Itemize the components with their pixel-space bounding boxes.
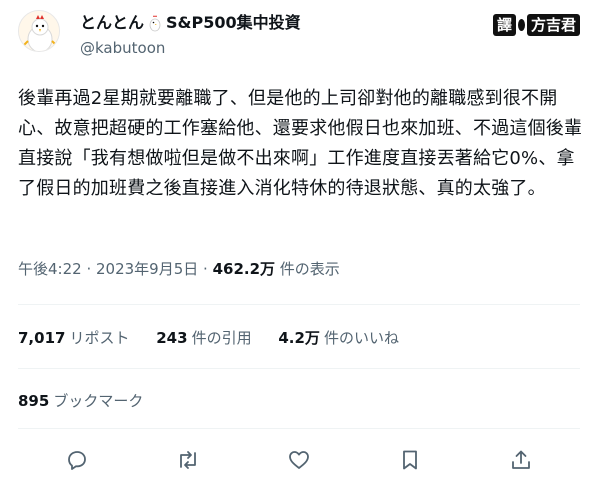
watermark-dot-icon [517,19,525,31]
repost-label: リポスト [69,329,130,347]
quote-stat[interactable]: 243 件の引用 [156,327,251,348]
display-name-suffix: S&P500集中投資 [166,13,301,32]
divider [18,368,580,369]
translator-watermark: 譯 方吉君 [492,14,580,36]
divider [18,304,580,305]
repost-icon [180,451,196,469]
bookmark-count: 895 [18,392,50,410]
share-icon [512,450,530,469]
tweet-text: 後輩再過2星期就要離職了、但是他的上司卻對他的離職感到很不開心、故意把超硬的工作… [18,88,583,199]
share-button[interactable] [506,445,536,475]
bookmark-icon [403,450,417,470]
avatar[interactable] [18,10,60,52]
tweet-time[interactable]: 午後4:22 [18,260,82,278]
quote-label: 件の引用 [191,329,252,347]
engagement-stats: 7,017 リポスト 243 件の引用 4.2万 件のいいね [18,327,421,348]
like-icon [289,451,309,469]
view-count: 462.2万 [212,260,276,278]
view-count-label: 件の表示 [275,260,340,278]
chicken-avatar-icon [19,11,59,51]
author-names: とんとん S&P500集中投資 @kabutoon [80,12,301,58]
watermark-right: 方吉君 [526,14,580,36]
display-name-text: とんとん [80,13,145,32]
watermark-left: 譯 [492,14,516,36]
user-handle[interactable]: @kabutoon [80,38,301,58]
divider [18,428,580,429]
like-button[interactable] [284,445,314,475]
meta-separator: · [81,260,96,278]
action-bar [0,445,598,475]
tweet-header: とんとん S&P500集中投資 @kabutoon 譯 方吉君 [0,0,598,72]
like-count: 4.2万 [278,329,320,347]
reply-button[interactable] [62,445,92,475]
quote-count: 243 [156,329,188,347]
display-name[interactable]: とんとん S&P500集中投資 [80,12,301,34]
tweet-date[interactable]: 2023年9月5日 [96,260,198,278]
chicken-emoji-icon [149,15,161,32]
bookmark-stat[interactable]: 895 ブックマーク [18,390,143,411]
like-stat[interactable]: 4.2万 件のいいね [278,327,399,348]
repost-stat[interactable]: 7,017 リポスト [18,327,129,348]
repost-count: 7,017 [18,329,66,347]
reply-icon [68,451,86,470]
like-label: 件のいいね [323,329,399,347]
bookmark-label: ブックマーク [53,392,144,410]
repost-button[interactable] [173,445,203,475]
tweet-meta: 午後4:22 · 2023年9月5日 · 462.2万 件の表示 [18,258,340,279]
bookmark-button[interactable] [395,445,425,475]
meta-separator: · [198,260,213,278]
